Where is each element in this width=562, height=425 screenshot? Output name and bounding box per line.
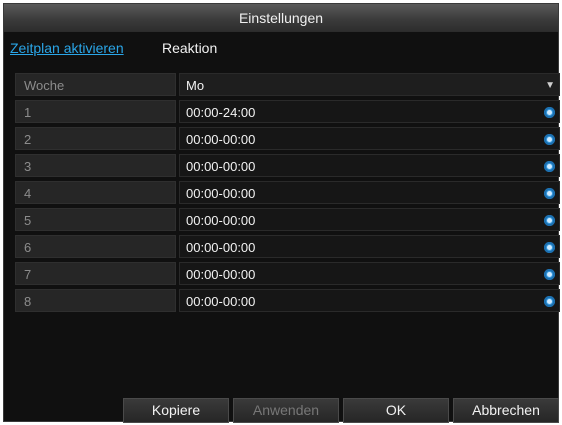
table-row: 8 00:00-00:00	[15, 287, 560, 314]
table-row: 3 00:00-00:00	[15, 152, 560, 179]
table-row: 7 00:00-00:00	[15, 260, 560, 287]
table-row: 4 00:00-00:00	[15, 179, 560, 206]
row-index: 6	[15, 235, 176, 258]
table-row: 2 00:00-00:00	[15, 125, 560, 152]
tab-zeitplan-aktivieren[interactable]: Zeitplan aktivieren	[10, 39, 124, 57]
week-select[interactable]: Mo ▼	[179, 73, 560, 96]
time-period-field[interactable]: 00:00-00:00	[179, 127, 560, 150]
time-period-value: 00:00-00:00	[186, 132, 256, 147]
copy-button[interactable]: Kopiere	[123, 398, 229, 423]
time-period-value: 00:00-00:00	[186, 240, 256, 255]
time-period-value: 00:00-00:00	[186, 186, 256, 201]
time-period-field[interactable]: 00:00-24:00	[179, 100, 560, 123]
time-period-value: 00:00-00:00	[186, 213, 256, 228]
settings-dialog: Einstellungen Zeitplan aktivieren Reakti…	[3, 3, 560, 423]
time-period-field[interactable]: 00:00-00:00	[179, 208, 560, 231]
gear-icon[interactable]	[544, 188, 555, 199]
tab-reaktion[interactable]: Reaktion	[162, 39, 217, 57]
gear-icon[interactable]	[544, 269, 555, 280]
tab-bar: Zeitplan aktivieren Reaktion	[4, 33, 558, 63]
row-index: 5	[15, 208, 176, 231]
row-index: 3	[15, 154, 176, 177]
week-select-value: Mo	[186, 78, 205, 93]
time-period-field[interactable]: 00:00-00:00	[179, 289, 560, 312]
time-period-field[interactable]: 00:00-00:00	[179, 235, 560, 258]
gear-icon[interactable]	[544, 215, 555, 226]
gear-icon[interactable]	[544, 107, 555, 118]
row-index: 4	[15, 181, 176, 204]
row-index: 7	[15, 262, 176, 285]
gear-icon[interactable]	[544, 161, 555, 172]
time-period-field[interactable]: 00:00-00:00	[179, 154, 560, 177]
time-period-value: 00:00-24:00	[186, 105, 256, 120]
ok-button[interactable]: OK	[343, 398, 449, 423]
gear-icon[interactable]	[544, 296, 555, 307]
row-index: 2	[15, 127, 176, 150]
row-index: 8	[15, 289, 176, 312]
time-period-field[interactable]: 00:00-00:00	[179, 181, 560, 204]
time-period-value: 00:00-00:00	[186, 294, 256, 309]
schedule-table: Woche Mo ▼ 1 00:00-24:00 2 00:00-00:00 3…	[15, 71, 560, 314]
dialog-title: Einstellungen	[4, 4, 558, 32]
chevron-down-icon: ▼	[545, 80, 555, 91]
gear-icon[interactable]	[544, 134, 555, 145]
table-row: 1 00:00-24:00	[15, 98, 560, 125]
week-label: Woche	[15, 73, 176, 96]
table-row: 5 00:00-00:00	[15, 206, 560, 233]
table-row: 6 00:00-00:00	[15, 233, 560, 260]
apply-button[interactable]: Anwenden	[233, 398, 339, 423]
row-index: 1	[15, 100, 176, 123]
time-period-field[interactable]: 00:00-00:00	[179, 262, 560, 285]
gear-icon[interactable]	[544, 242, 555, 253]
week-row: Woche Mo ▼	[15, 71, 560, 98]
time-period-value: 00:00-00:00	[186, 159, 256, 174]
time-period-value: 00:00-00:00	[186, 267, 256, 282]
cancel-button[interactable]: Abbrechen	[453, 398, 559, 423]
